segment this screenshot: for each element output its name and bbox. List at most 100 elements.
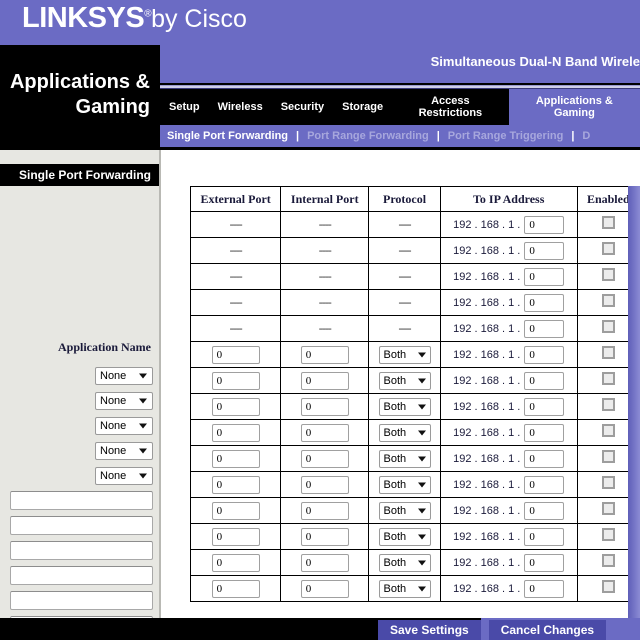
ip-last-octet-input-8[interactable]: 0: [524, 423, 565, 442]
enabled-checkbox-9[interactable]: [601, 450, 615, 463]
internal-port-input-7[interactable]: 0: [300, 397, 349, 416]
external-port-input-8[interactable]: 0: [211, 423, 260, 442]
external-port-input-14[interactable]: 0: [211, 579, 260, 598]
cell-protocol: Both: [368, 523, 441, 550]
ip-last-octet-input-7[interactable]: 0: [524, 397, 565, 416]
subtab-single-port-forwarding[interactable]: Single Port Forwarding: [160, 130, 295, 142]
tab-setup[interactable]: Setup: [160, 89, 209, 125]
ip-last-octet-input-12[interactable]: 0: [524, 527, 565, 546]
external-port-input-13[interactable]: 0: [211, 553, 260, 572]
external-port-input-7[interactable]: 0: [211, 397, 260, 416]
ip-last-octet-input-10[interactable]: 0: [524, 475, 565, 494]
ip-last-octet-input-11[interactable]: 0: [524, 501, 565, 520]
ip-last-octet-input-3[interactable]: 0: [524, 293, 565, 312]
protocol-select-13[interactable]: Both: [378, 553, 431, 572]
table-row: 0 0 Both 192 . 168 . 1 .0: [189, 523, 640, 550]
external-port-input-11[interactable]: 0: [211, 501, 260, 520]
chevron-down-icon: [417, 352, 426, 357]
subtab-port-range-forwarding[interactable]: Port Range Forwarding: [300, 130, 436, 142]
internal-port-input-9[interactable]: 0: [300, 449, 349, 468]
protocol-select-value: Both: [383, 348, 407, 361]
application-name-select-0[interactable]: None: [95, 366, 153, 385]
tab-applications-and-gaming[interactable]: Applications & Gaming: [508, 89, 640, 125]
enabled-checkbox-3[interactable]: [601, 294, 615, 307]
enabled-checkbox-2[interactable]: [601, 268, 615, 281]
ip-last-octet-input-13[interactable]: 0: [524, 553, 565, 572]
internal-port-input-8[interactable]: 0: [300, 423, 349, 442]
tab-security[interactable]: Security: [272, 89, 333, 125]
enabled-checkbox-1[interactable]: [601, 242, 615, 255]
enabled-checkbox-6[interactable]: [601, 372, 615, 385]
logo-text: LINKSYS: [22, 2, 145, 34]
enabled-checkbox-8[interactable]: [601, 424, 615, 437]
save-settings-button[interactable]: Save Settings: [378, 620, 481, 640]
application-name-field-list: None None None None None: [0, 363, 159, 640]
enabled-checkbox-4[interactable]: [601, 320, 615, 333]
protocol-select-11[interactable]: Both: [378, 501, 431, 520]
external-port-input-12[interactable]: 0: [211, 527, 260, 546]
subtab-dmz[interactable]: D: [575, 130, 597, 142]
internal-port-input-5[interactable]: 0: [300, 345, 349, 364]
cell-protocol: Both: [368, 497, 441, 524]
protocol-select-7[interactable]: Both: [378, 397, 431, 416]
enabled-checkbox-10[interactable]: [601, 476, 615, 489]
ip-last-octet-input-2[interactable]: 0: [524, 267, 565, 286]
application-name-select-1[interactable]: None: [95, 391, 153, 410]
page-scrollbar[interactable]: [628, 186, 640, 618]
enabled-checkbox-5[interactable]: [601, 346, 615, 359]
application-name-select-2[interactable]: None: [95, 416, 153, 435]
cell-external-port: ----: [189, 237, 282, 264]
internal-port-input-13[interactable]: 0: [300, 553, 349, 572]
protocol-select-6[interactable]: Both: [378, 371, 431, 390]
protocol-select-value: Both: [383, 530, 407, 543]
application-name-input-0[interactable]: [10, 491, 153, 510]
tab-wireless[interactable]: Wireless: [209, 89, 272, 125]
table-row: 0 0 Both 192 . 168 . 1 .0: [189, 419, 640, 446]
ip-last-octet-input-5[interactable]: 0: [524, 345, 565, 364]
internal-port-input-11[interactable]: 0: [300, 501, 349, 520]
protocol-select-5[interactable]: Both: [378, 345, 431, 364]
protocol-select-12[interactable]: Both: [378, 527, 431, 546]
internal-port-input-12[interactable]: 0: [300, 527, 349, 546]
tab-access-restrictions[interactable]: Access Restrictions: [392, 89, 509, 125]
enabled-checkbox-7[interactable]: [601, 398, 615, 411]
internal-port-input-6[interactable]: 0: [300, 371, 349, 390]
cell-external-port: 0: [189, 419, 282, 446]
application-name-select-value: None: [100, 369, 127, 382]
tab-storage[interactable]: Storage: [333, 89, 392, 125]
ip-last-octet-input-0[interactable]: 0: [524, 215, 565, 234]
external-port-input-6[interactable]: 0: [211, 371, 260, 390]
ip-last-octet-input-9[interactable]: 0: [524, 449, 565, 468]
cancel-changes-button[interactable]: Cancel Changes: [488, 620, 607, 640]
ip-last-octet-input-6[interactable]: 0: [524, 371, 565, 390]
subtab-port-range-triggering[interactable]: Port Range Triggering: [441, 130, 571, 142]
application-name-input-2[interactable]: [10, 541, 153, 560]
application-name-input-4[interactable]: [10, 591, 153, 610]
ip-last-octet-input-1[interactable]: 0: [524, 241, 565, 260]
protocol-select-14[interactable]: Both: [378, 579, 431, 598]
external-port-input-9[interactable]: 0: [211, 449, 260, 468]
enabled-checkbox-0[interactable]: [601, 216, 615, 229]
external-port-placeholder: ----: [229, 321, 243, 335]
application-name-input-3[interactable]: [10, 566, 153, 585]
cell-internal-port: 0: [280, 445, 370, 472]
application-name-select-3[interactable]: None: [95, 441, 153, 460]
ip-last-octet-input-14[interactable]: 0: [524, 579, 565, 598]
application-name-select-4[interactable]: None: [95, 466, 153, 485]
enabled-checkbox-14[interactable]: [601, 580, 615, 593]
ip-last-octet-input-4[interactable]: 0: [524, 319, 565, 338]
protocol-select-8[interactable]: Both: [378, 423, 431, 442]
enabled-checkbox-13[interactable]: [601, 554, 615, 567]
enabled-checkbox-12[interactable]: [601, 528, 615, 541]
protocol-select-10[interactable]: Both: [378, 475, 431, 494]
application-name-input-1[interactable]: [10, 516, 153, 535]
table-row: 0 0 Both 192 . 168 . 1 .0: [189, 367, 640, 394]
linksys-logo: LINKSYS®by Cisco: [22, 2, 247, 35]
external-port-input-10[interactable]: 0: [211, 475, 260, 494]
external-port-input-5[interactable]: 0: [211, 345, 260, 364]
internal-port-input-14[interactable]: 0: [300, 579, 349, 598]
chevron-down-icon: [139, 423, 147, 428]
enabled-checkbox-11[interactable]: [601, 502, 615, 515]
protocol-select-9[interactable]: Both: [378, 449, 431, 468]
internal-port-input-10[interactable]: 0: [300, 475, 349, 494]
